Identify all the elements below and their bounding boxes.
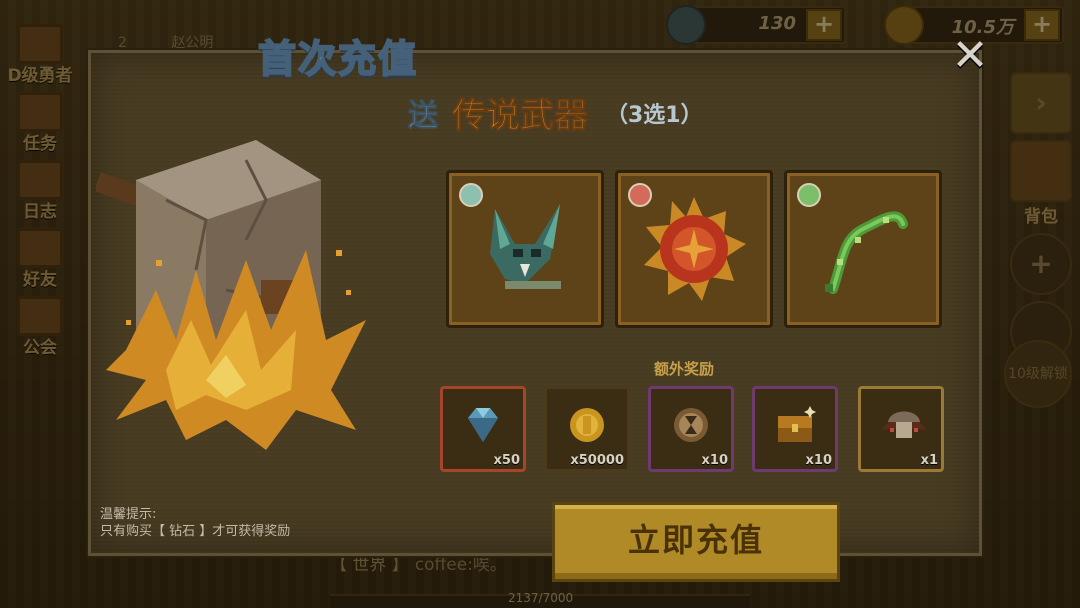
- headline-prefix: 送: [408, 98, 439, 134]
- reward-gold[interactable]: x50000: [544, 386, 630, 472]
- thorn-vine-whip-icon: [825, 211, 908, 294]
- treasure-chest-icon: [778, 406, 816, 442]
- reward-qty: x10: [805, 453, 832, 468]
- purchase-tip: 温馨提示: 只有购买【 钻石 】才可获得奖励: [100, 506, 290, 540]
- hourglass-token-icon: [674, 408, 708, 442]
- green-fanged-mask-icon: [490, 204, 561, 289]
- reward-mushroom[interactable]: x1: [858, 386, 944, 472]
- recharge-now-button[interactable]: 立即充值: [552, 502, 840, 582]
- close-icon[interactable]: ✕: [950, 34, 990, 78]
- reward-headline: 送传说武器 （3选1）: [408, 88, 703, 137]
- tip-text: 只有购买【 钻石 】才可获得奖励: [100, 524, 291, 539]
- diamond-icon: [468, 408, 498, 442]
- weapon-option-2[interactable]: [615, 170, 773, 328]
- extra-rewards-list: x50 x50000 x10 x10 x1: [438, 386, 946, 476]
- reward-hourglass[interactable]: x10: [648, 386, 734, 472]
- reward-qty: x1: [920, 453, 938, 468]
- red-sun-shield-icon: [644, 197, 746, 301]
- reward-qty: x10: [701, 453, 728, 468]
- reward-diamond[interactable]: x50: [440, 386, 526, 472]
- extra-rewards-title: 额外奖励: [654, 360, 715, 378]
- weapon-option-1[interactable]: [446, 170, 604, 328]
- gold-coin-icon: [570, 408, 604, 442]
- tip-title: 温馨提示:: [100, 507, 157, 522]
- weapon-option-3[interactable]: [784, 170, 942, 328]
- exploding-boulder-illustration: [96, 140, 366, 450]
- weapon-choices: [446, 170, 942, 328]
- winged-mushroom-icon: [882, 411, 926, 438]
- headline-highlight: 传说武器: [452, 96, 589, 137]
- reward-chest[interactable]: x10: [752, 386, 838, 472]
- reward-qty: x50000: [570, 453, 624, 468]
- reward-qty: x50: [493, 453, 520, 468]
- headline-suffix: （3选1）: [606, 102, 703, 128]
- dialog-title: 首次充值: [257, 36, 419, 82]
